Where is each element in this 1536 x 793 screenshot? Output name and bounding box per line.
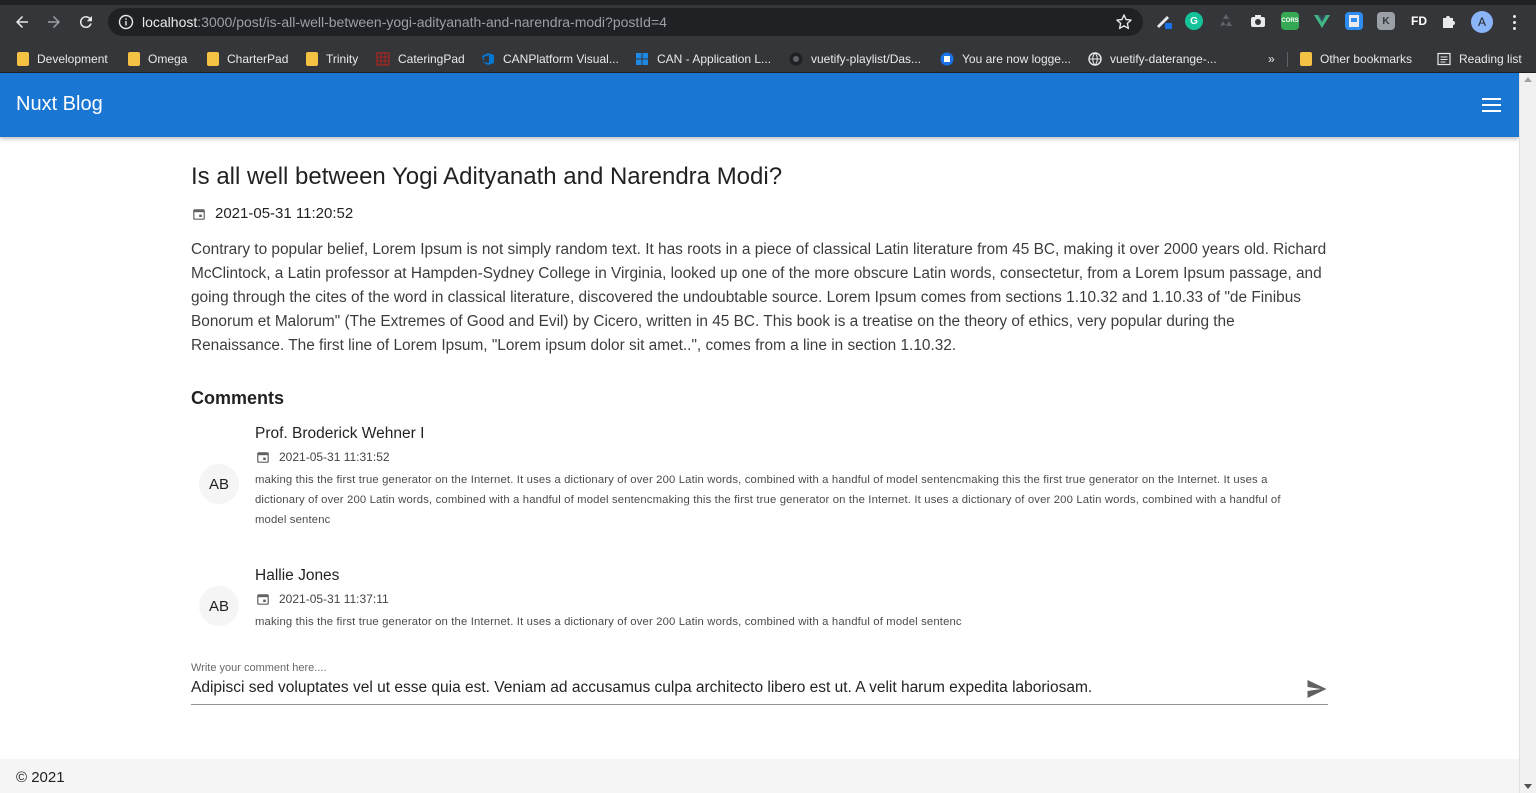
bookmarks-overflow[interactable]: » [1268,50,1275,68]
bookmark-logged-in[interactable]: You are now logge... [940,50,1071,68]
send-icon[interactable] [1305,677,1329,701]
bookmark-canplatform[interactable]: CANPlatform Visual... [481,50,619,68]
azure-devops-icon [482,53,494,65]
bookmark-vuetify-playlist[interactable]: vuetify-playlist/Das... [789,50,921,68]
folder-icon [17,52,29,66]
profile-avatar[interactable]: A [1471,11,1493,33]
comment-date: 2021-05-31 11:31:52 [257,450,390,464]
bookmark-label: CANPlatform Visual... [503,52,619,66]
other-bookmarks[interactable]: Other bookmarks [1300,50,1412,68]
bookmark-can-application[interactable]: CAN - Application L... [635,50,771,68]
reload-icon [79,16,92,29]
comment-text: making this the first true generator on … [255,616,962,628]
comment-input[interactable] [191,676,1291,700]
arrow-right-icon [48,16,60,28]
bookmark-label: CAN - Application L... [657,52,772,66]
folder-icon [128,52,140,66]
back-button[interactable] [11,11,33,33]
post-date-text: 2021-05-31 11:20:52 [215,205,354,222]
profile-initial: A [1477,15,1486,29]
fd-label: FD [1411,14,1427,28]
comment-date-text: 2021-05-31 11:37:11 [279,592,389,606]
url-text[interactable]: localhost:3000/post/is-all-well-between-… [142,14,667,30]
comment-form: Write your comment here.... [191,662,1328,705]
post-body: Contrary to popular belief, Lorem Ipsum … [191,241,1327,354]
other-bookmarks-label: Other bookmarks [1320,52,1413,66]
bookmark-label: Omega [148,52,188,66]
comment-text: making this the first true generator on … [255,474,1281,526]
address-bar[interactable]: localhost:3000/post/is-all-well-between-… [108,8,1143,36]
comment-author: Hallie Jones [255,567,340,584]
vue-devtools-icon[interactable] [1313,12,1331,30]
login-icon [940,52,954,66]
globe-icon [1088,52,1102,66]
chrome-menu-icon[interactable] [1506,11,1522,33]
app-title[interactable]: Nuxt Blog [16,93,103,116]
post-date: 2021-05-31 11:20:52 [193,205,353,222]
avatar: AB [199,464,239,504]
bookmark-cateringpad[interactable]: CateringPad [376,50,465,68]
bookmarks-bar: Development Omega CharterPad Trinity Cat… [0,44,1536,73]
comment-field-label: Write your comment here.... [191,662,327,674]
bookmark-label: vuetify-daterange-... [1110,52,1217,66]
bookmarks-divider [1287,52,1288,67]
recycle-extension-icon[interactable] [1217,12,1235,30]
calendar-icon [193,208,205,220]
url-host: localhost [142,14,198,30]
copyright-text: © 2021 [16,769,65,786]
bookmark-vuetify-daterange[interactable]: vuetify-daterange-... [1088,50,1217,68]
app-bar: Nuxt Blog [0,73,1519,137]
browser-toolbar: localhost:3000/post/is-all-well-between-… [0,0,1536,44]
info-icon[interactable] [118,14,134,30]
comments-heading: Comments [191,388,285,408]
scroll-down-icon[interactable] [1524,784,1532,789]
reading-list-label: Reading list [1459,52,1522,66]
github-icon [789,52,803,66]
bookmark-omega[interactable]: Omega [128,50,187,68]
grid-icon [376,52,390,66]
android-extension-icon[interactable] [1345,12,1363,30]
bookmark-label: CateringPad [398,52,465,66]
calendar-icon [257,452,269,463]
calendar-icon [257,594,269,605]
grammarly-icon[interactable]: G [1185,12,1203,30]
footer: © 2021 [0,759,1519,793]
bookmark-label: Development [37,52,108,66]
hamburger-menu-icon[interactable] [1478,92,1504,118]
cors-label: CORS [1281,18,1299,24]
bookmark-development[interactable]: Development [17,50,108,68]
bookmark-trinity[interactable]: Trinity [306,50,358,68]
url-path: :3000/post/is-all-well-between-yogi-adit… [197,14,667,30]
arrow-left-icon [16,16,28,28]
reload-button[interactable] [75,11,97,33]
k-extension-icon[interactable]: K [1377,12,1395,30]
comment-date-text: 2021-05-31 11:31:52 [279,450,390,464]
bookmark-label: vuetify-playlist/Das... [811,52,922,66]
fd-extension-icon[interactable]: FD [1408,12,1430,30]
bookmark-star-icon[interactable] [1114,12,1134,32]
post-title: Is all well between Yogi Adityanath and … [191,163,783,190]
folder-icon [1300,52,1312,66]
avatar: AB [199,586,239,626]
bookmark-label: CharterPad [227,52,289,66]
cors-extension-icon[interactable]: CORS [1281,12,1299,30]
reading-list[interactable]: Reading list [1437,50,1522,68]
comment-author: Prof. Broderick Wehner I [255,425,425,442]
puzzle-icon[interactable] [1440,12,1458,30]
folder-icon [306,52,318,66]
bookmark-label: Trinity [326,52,359,66]
reading-list-icon [1437,52,1451,66]
bookmark-charterpad[interactable]: CharterPad [207,50,288,68]
folder-icon [207,52,219,66]
page-scrollbar[interactable] [1519,73,1536,793]
pen-extension-icon[interactable] [1155,12,1173,30]
windows-icon [636,53,648,65]
comment-date: 2021-05-31 11:37:11 [257,592,389,606]
bookmark-label: You are now logge... [962,52,1071,66]
camera-extension-icon[interactable] [1249,12,1267,30]
forward-button[interactable] [43,11,65,33]
scroll-up-icon[interactable] [1524,77,1532,82]
overflow-chevron-icon: » [1268,52,1275,66]
